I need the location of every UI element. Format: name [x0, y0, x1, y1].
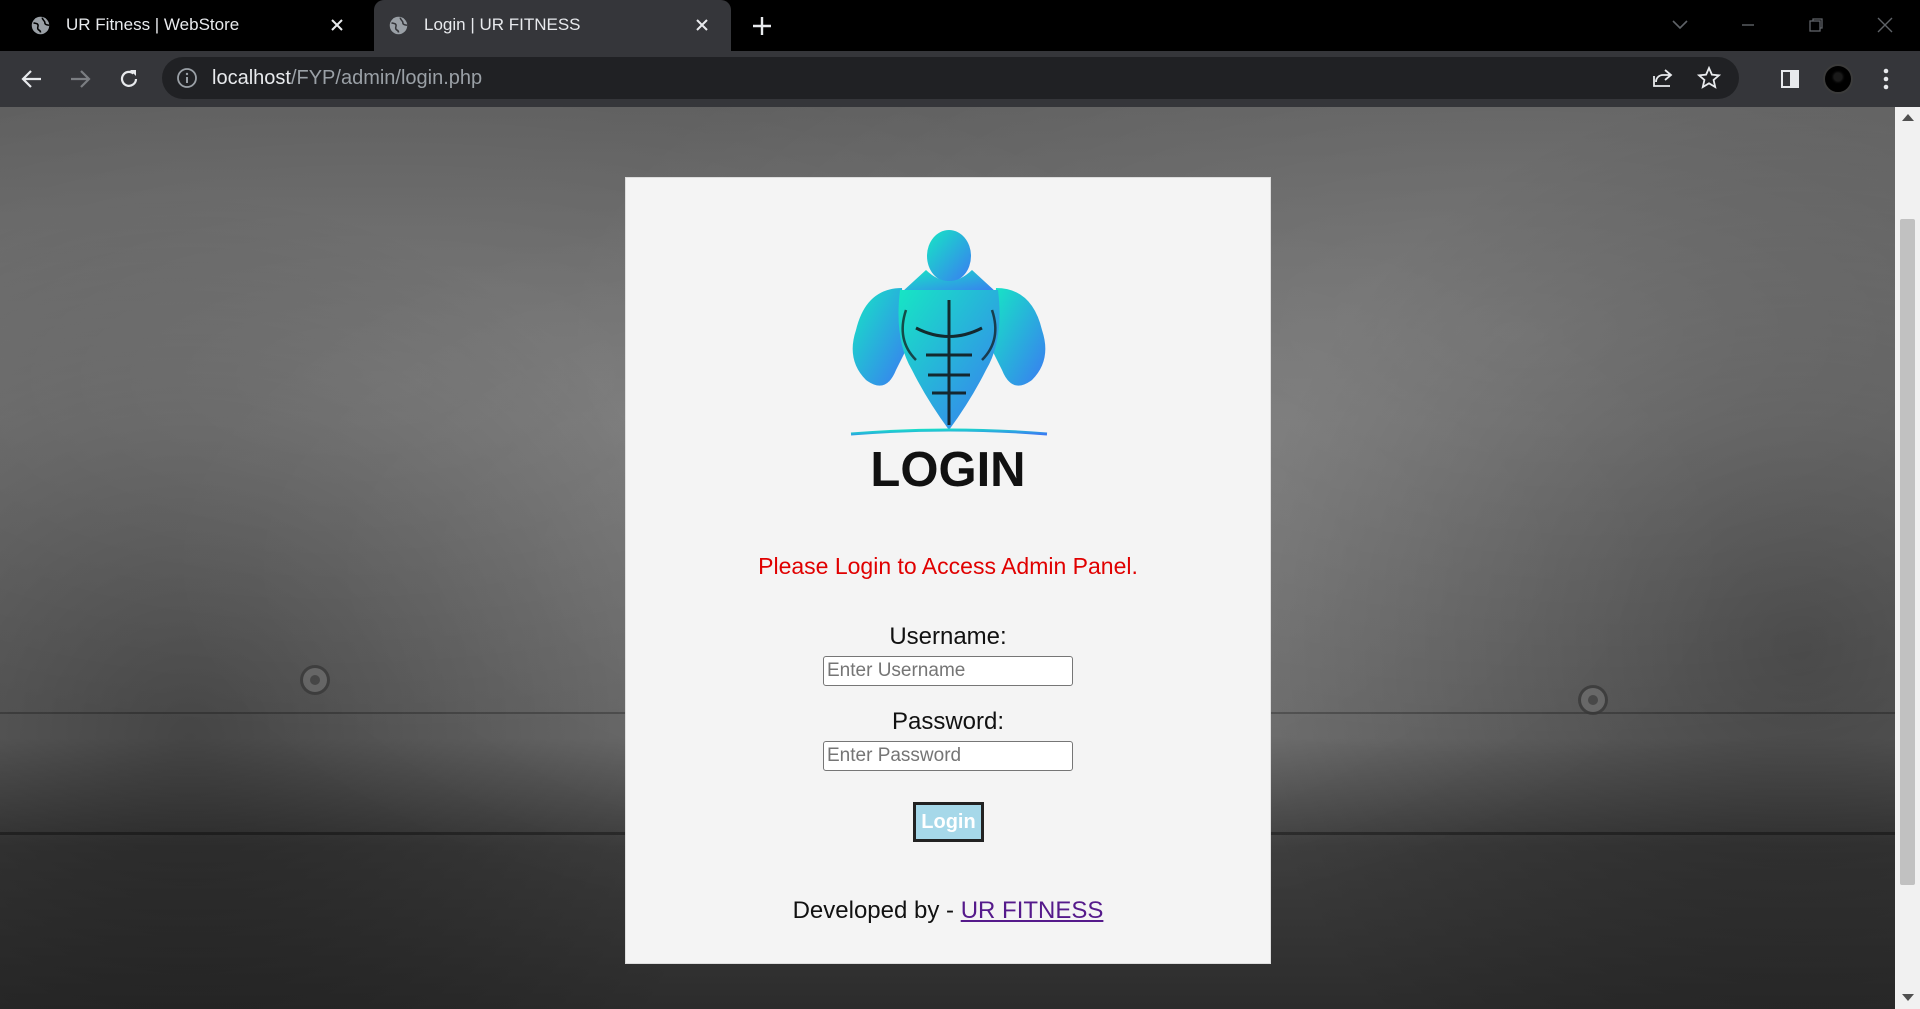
arrow-right-icon	[71, 70, 91, 88]
close-tab-icon[interactable]	[326, 14, 348, 36]
tab-login[interactable]: Login | UR FITNESS	[374, 0, 731, 51]
wall-bolt	[1578, 685, 1608, 715]
login-button[interactable]: Login	[913, 802, 984, 842]
arrow-left-icon	[21, 70, 41, 88]
page-background: LOGIN Please Login to Access Admin Panel…	[0, 107, 1895, 1009]
tab-webstore[interactable]: UR Fitness | WebStore	[0, 0, 366, 51]
login-heading: LOGIN	[870, 443, 1026, 497]
menu-button[interactable]	[1870, 63, 1902, 95]
close-icon	[1877, 17, 1893, 33]
login-notice: Please Login to Access Admin Panel.	[758, 553, 1138, 579]
tab-title: Login | UR FITNESS	[424, 15, 581, 34]
scroll-down-arrow-icon[interactable]	[1902, 994, 1914, 1001]
chevron-down-icon	[1672, 20, 1688, 30]
browser-toolbar: localhost/FYP/admin/login.php	[0, 51, 1920, 107]
side-panel-button[interactable]	[1774, 63, 1806, 95]
wall-bolt	[300, 665, 330, 695]
credit-link[interactable]: UR FITNESS	[961, 897, 1104, 924]
username-input[interactable]	[823, 656, 1073, 686]
minimize-button[interactable]	[1733, 10, 1763, 40]
close-tab-icon[interactable]	[691, 14, 713, 36]
tab-title: UR Fitness | WebStore	[66, 15, 240, 34]
password-label: Password:	[891, 708, 1005, 735]
restore-icon	[1809, 18, 1823, 32]
restore-button[interactable]	[1801, 10, 1831, 40]
kebab-menu-icon	[1883, 68, 1889, 90]
back-button[interactable]	[16, 63, 48, 95]
bodybuilder-logo	[850, 230, 1048, 436]
share-icon[interactable]	[1651, 66, 1675, 90]
url-text[interactable]: localhost/FYP/admin/login.php	[212, 67, 482, 90]
reload-icon	[120, 70, 138, 87]
developer-credit: Developed by - UR FITNESS	[626, 897, 1270, 925]
tab-search-button[interactable]	[1665, 10, 1695, 40]
reload-button[interactable]	[113, 63, 145, 95]
info-icon[interactable]	[176, 67, 198, 89]
bookmark-star-icon[interactable]	[1697, 66, 1721, 90]
vertical-scrollbar[interactable]	[1895, 107, 1920, 1009]
scrollbar-thumb[interactable]	[1900, 219, 1915, 885]
minimize-icon	[1742, 24, 1754, 26]
globe-icon	[389, 16, 408, 35]
profile-avatar[interactable]	[1823, 64, 1853, 94]
forward-button[interactable]	[64, 63, 96, 95]
credit-prefix: Developed by -	[792, 897, 955, 924]
login-card: LOGIN Please Login to Access Admin Panel…	[625, 177, 1271, 964]
plus-icon	[753, 17, 771, 35]
close-window-button[interactable]	[1870, 10, 1900, 40]
new-tab-button[interactable]	[748, 12, 776, 40]
username-label: Username:	[889, 623, 1007, 650]
globe-icon	[31, 16, 50, 35]
tab-strip: UR Fitness | WebStore Login | UR FITNESS	[0, 0, 1920, 51]
address-bar[interactable]: localhost/FYP/admin/login.php	[162, 57, 1739, 99]
password-input[interactable]	[823, 741, 1073, 771]
scroll-up-arrow-icon[interactable]	[1902, 114, 1914, 121]
side-panel-icon	[1781, 70, 1799, 88]
